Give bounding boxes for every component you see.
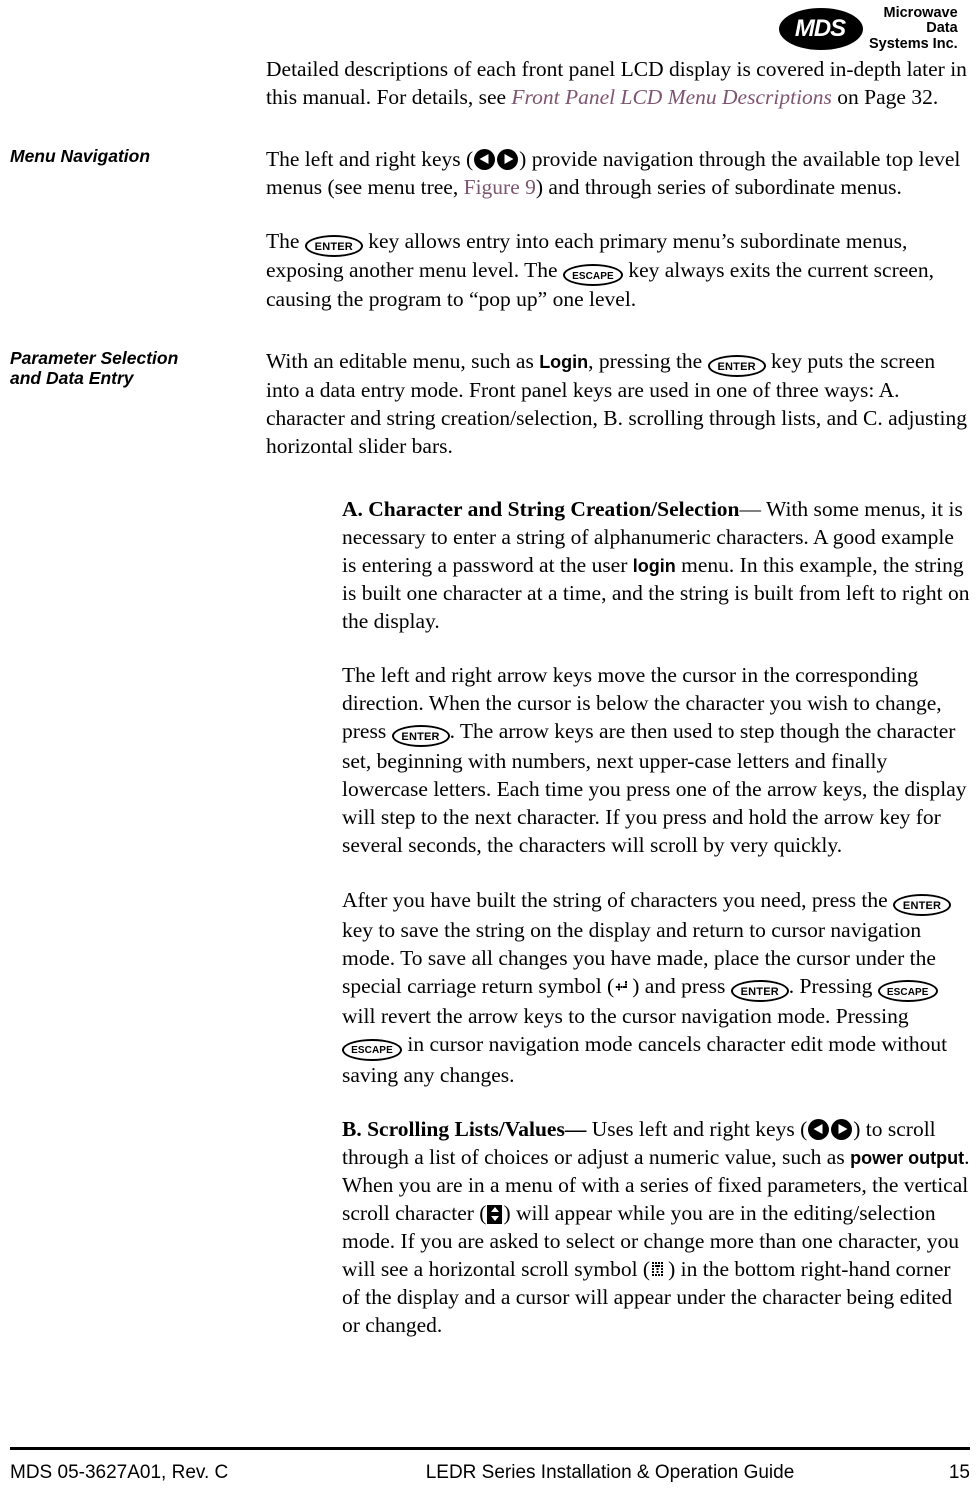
cross-reference-figure-9[interactable]: Figure 9 xyxy=(464,175,536,199)
parameter-selection-row: Parameter Selection and Data Entry With … xyxy=(0,348,980,461)
footer-document-title: LEDR Series Installation & Operation Gui… xyxy=(425,1462,795,1483)
ui-menu-name-login: Login xyxy=(539,352,589,373)
sidehead-parameter-selection-and-data-entry: Parameter Selection and Data Entry xyxy=(10,348,258,388)
menu-navigation-paragraph-1: The left and right keys () provide navig… xyxy=(266,146,970,202)
mds-logo-mark-text: MDS xyxy=(794,15,846,42)
intro-paragraph: Detailed descriptions of each front pane… xyxy=(266,56,970,112)
section-b-paragraph-1: B. Scrolling Lists/Values— Uses left and… xyxy=(342,1115,972,1339)
sidehead-line-2: and Data Entry xyxy=(10,368,134,389)
sidehead-line-1: Parameter Selection xyxy=(10,348,179,369)
section-a-paragraph-3: After you have built the string of chara… xyxy=(342,886,972,1089)
enter-key-icon: ENTER xyxy=(893,893,952,916)
mds-logo: MDS Microwave Data Systems Inc. xyxy=(779,4,975,54)
section-a: A. Character and String Creation/Selecti… xyxy=(0,495,980,1089)
section-a-paragraph-1: A. Character and String Creation/Selecti… xyxy=(342,495,972,635)
horizontal-scroll-symbol-icon xyxy=(651,1258,667,1276)
ps-text-b: , pressing the xyxy=(588,349,708,374)
left-arrow-key-icon xyxy=(808,1118,830,1140)
mds-logo-line-3: Systems Inc. xyxy=(869,35,958,52)
left-arrow-key-icon xyxy=(474,148,496,170)
section-b: B. Scrolling Lists/Values— Uses left and… xyxy=(0,1115,980,1339)
sidehead-menu-navigation: Menu Navigation xyxy=(10,145,151,166)
section-a-runin-heading: A. Character and String Creation/Selecti… xyxy=(342,497,740,521)
enter-key-icon: ENTER xyxy=(304,234,363,257)
section-b-runin-heading: B. Scrolling Lists/Values— xyxy=(342,1116,587,1141)
ps-text-a: With an editable menu, such as xyxy=(266,349,540,374)
mds-logo-wordmark: Microwave Data Systems Inc. xyxy=(869,4,958,53)
sa-p3-text-f: in cursor navigation mode cancels charac… xyxy=(342,1032,948,1087)
footer-divider xyxy=(10,1447,970,1450)
mds-logo-line-1: Microwave xyxy=(883,4,958,21)
enter-key-icon: ENTER xyxy=(730,979,789,1002)
right-arrow-key-icon xyxy=(497,148,519,170)
section-a-paragraph-2: The left and right arrow keys move the c… xyxy=(342,661,972,859)
page-content: Detailed descriptions of each front pane… xyxy=(0,56,980,1339)
ui-parameter-name-power-output: power output xyxy=(850,1147,965,1168)
intro-row: Detailed descriptions of each front pane… xyxy=(0,56,980,112)
sa-p3-text-a: After you have built the string of chara… xyxy=(342,887,894,912)
page-footer: MDS 05-3627A01, Rev. C LEDR Series Insta… xyxy=(10,1462,970,1484)
escape-key-icon: ESCAPE xyxy=(877,980,938,1003)
sa-p3-text-c: ) and press xyxy=(632,973,731,998)
menu-navigation-row: Menu Navigation The left and right keys … xyxy=(0,146,980,314)
mn-p1-text-a: The left and right keys ( xyxy=(266,146,474,171)
enter-key-icon: ENTER xyxy=(391,725,450,748)
enter-key-icon: ENTER xyxy=(707,355,766,378)
carriage-return-symbol-icon xyxy=(615,974,631,991)
menu-navigation-paragraph-2: The ENTER key allows entry into each pri… xyxy=(266,228,970,314)
intro-text-b: on Page 32. xyxy=(831,84,939,109)
ui-menu-name-login: login xyxy=(632,556,676,577)
mds-logo-mark: MDS xyxy=(779,8,863,50)
sb-p1-text-a: Uses left and right keys ( xyxy=(586,1116,808,1141)
mds-logo-line-2: Data xyxy=(926,20,958,37)
sa-p3-text-e: will revert the arrow keys to the cursor… xyxy=(342,1004,909,1029)
right-arrow-key-icon xyxy=(831,1118,853,1140)
mn-p2-text-a: The xyxy=(266,228,305,253)
vertical-scroll-symbol-icon xyxy=(487,1204,503,1224)
escape-key-icon: ESCAPE xyxy=(562,264,623,287)
mn-p1-text-c: ) and through series of subordinate menu… xyxy=(535,174,902,199)
cross-reference-front-panel-lcd-menu-descriptions[interactable]: Front Panel LCD Menu Descriptions xyxy=(511,85,831,109)
escape-key-icon: ESCAPE xyxy=(342,1038,402,1061)
footer-page-number: 15 xyxy=(948,1462,970,1483)
parameter-selection-paragraph: With an editable menu, such as Login, pr… xyxy=(266,348,970,461)
footer-document-number: MDS 05-3627A01, Rev. C xyxy=(10,1462,229,1483)
sa-p3-text-d: . Pressing xyxy=(788,973,878,998)
